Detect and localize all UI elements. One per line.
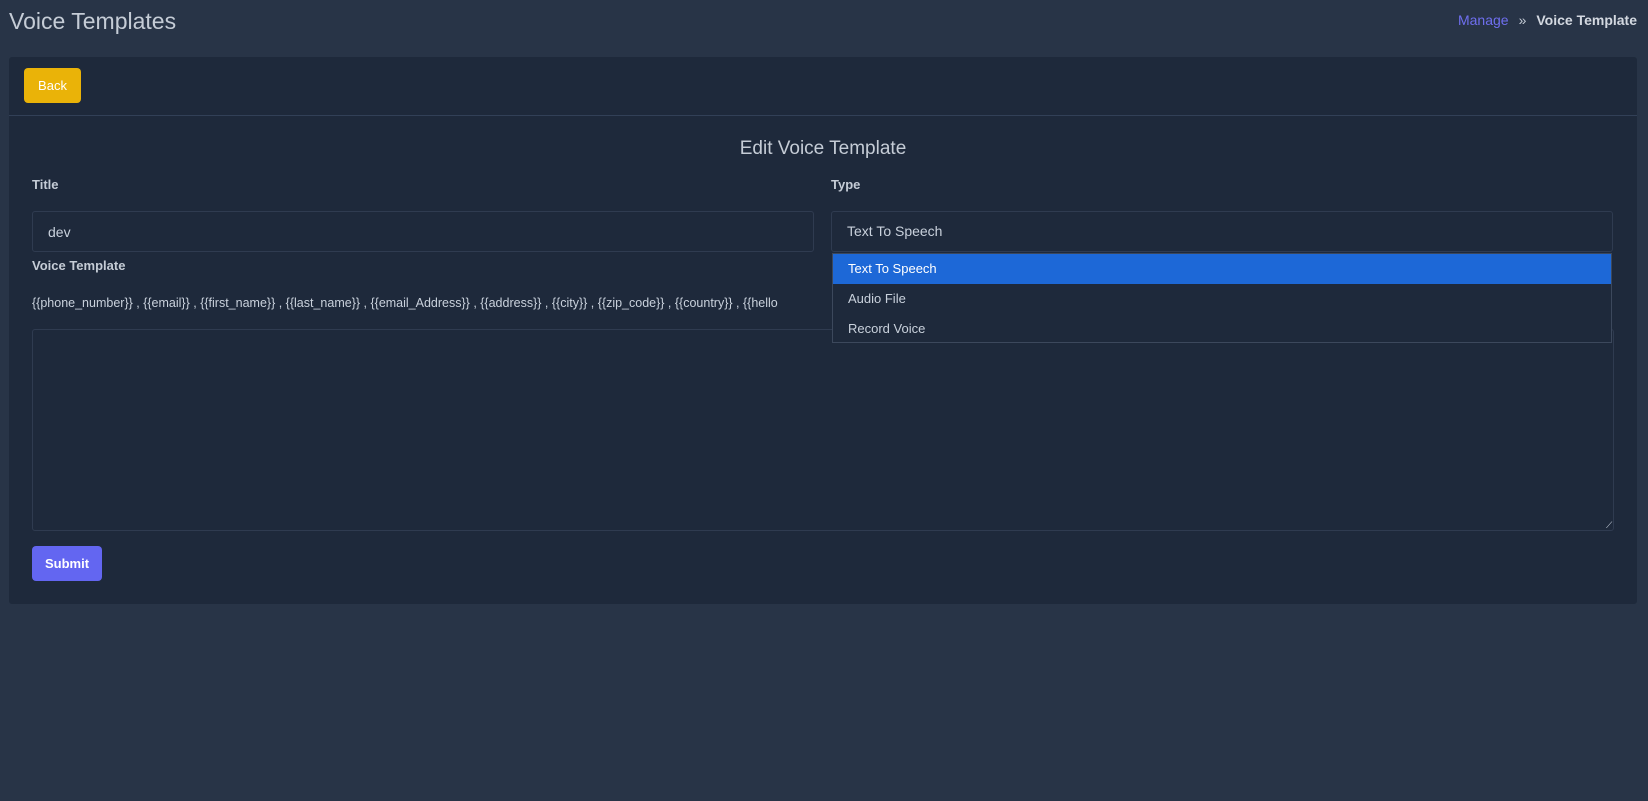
title-input[interactable] (32, 211, 814, 252)
type-option-text-to-speech[interactable]: Text To Speech (833, 254, 1611, 284)
resize-grip-icon[interactable]: ⟋ (1606, 521, 1614, 530)
type-dropdown: Text To Speech Audio File Record Voice (832, 253, 1612, 343)
type-label: Type (831, 177, 861, 192)
voice-template-label: Voice Template (32, 258, 126, 273)
page-header: Voice Templates Manage » Voice Template (0, 0, 1648, 46)
back-button[interactable]: Back (24, 68, 81, 103)
breadcrumb-separator-icon: » (1518, 12, 1527, 28)
edit-template-card: Back Edit Voice Template Title Type Text… (9, 57, 1637, 604)
form-heading: Edit Voice Template (739, 138, 907, 159)
breadcrumb-current: Voice Template (1536, 12, 1637, 28)
submit-button[interactable]: Submit (32, 546, 102, 581)
title-label: Title (32, 177, 59, 192)
type-select[interactable]: Text To Speech (831, 211, 1613, 252)
breadcrumb: Manage » Voice Template (1458, 12, 1637, 28)
placeholder-variables: {{phone_number}} , {{email}} , {{first_n… (32, 296, 778, 310)
type-option-record-voice[interactable]: Record Voice (833, 314, 1611, 344)
breadcrumb-link-manage[interactable]: Manage (1458, 12, 1509, 28)
voice-template-textarea[interactable] (32, 329, 1614, 531)
card-header: Back (9, 57, 1637, 116)
page-title: Voice Templates (9, 8, 177, 34)
type-option-audio-file[interactable]: Audio File (833, 284, 1611, 314)
